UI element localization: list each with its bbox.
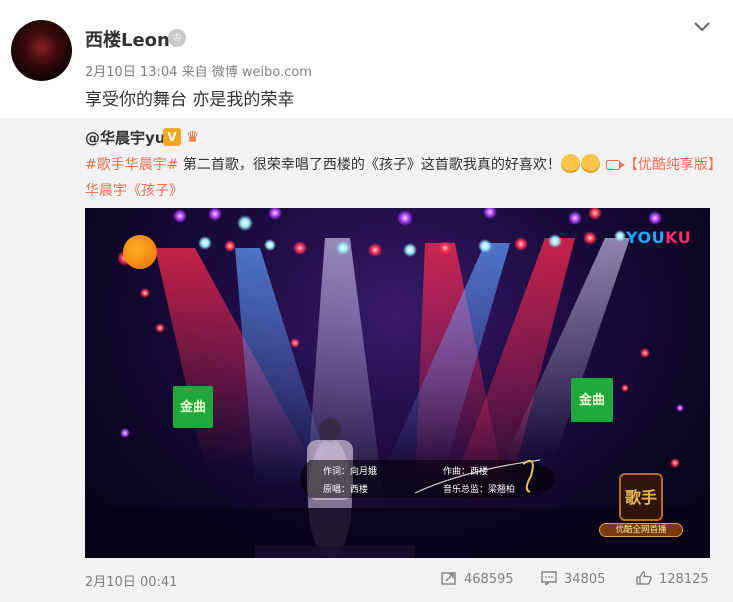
like-action[interactable]: 128125	[636, 571, 709, 587]
show-banner: 优酷全网首播	[599, 523, 683, 537]
comment-action[interactable]: 34805	[541, 571, 605, 587]
share-icon	[441, 572, 456, 585]
video-credits: 作词：向月娥 作曲：西楼 原唱：西楼 音乐总监：梁翘柏	[315, 458, 565, 498]
original-author[interactable]: @华晨宇yu	[85, 127, 165, 148]
youku-watermark-suffix: KU	[665, 228, 692, 247]
original-text: #歌手华晨宇# 第二首歌，很荣幸唱了西楼的《孩子》这首歌我真的好喜欢！ 【优酷纯享…	[85, 152, 715, 204]
emoji-icon	[560, 154, 580, 173]
like-count: 128125	[659, 572, 709, 587]
show-logo: 歌手	[619, 473, 663, 521]
vip-icon[interactable]: ♔	[168, 29, 186, 47]
video-player[interactable]: 金曲 金曲 YOUKU 作词：向月娥 作曲：西楼 原唱：西楼 音乐总监：梁翘柏 …	[85, 208, 710, 558]
svg-text:金曲: 金曲	[578, 392, 605, 408]
username[interactable]: 西楼Leon	[85, 26, 170, 52]
credit-music-director: 音乐总监：梁翘柏	[443, 485, 516, 495]
credit-original-singer: 原唱：西楼	[323, 485, 369, 495]
credit-composer: 作曲：西楼	[443, 467, 489, 477]
repost-footer: 2月10日 00:41 468595 34805 128125	[0, 568, 733, 602]
youku-watermark-text: YOU	[626, 228, 666, 247]
hashtag-link[interactable]: #歌手华晨宇#	[85, 157, 178, 173]
original-text-body: 第二首歌，很荣幸唱了西楼的《孩子》这首歌我真的好喜欢！	[178, 157, 561, 173]
post-meta: 2月10日 13:04 来自 微博 weibo.com	[85, 61, 312, 80]
repost-action[interactable]: 468595	[441, 571, 514, 587]
post-time[interactable]: 2月10日 13:04	[85, 65, 177, 80]
avatar-face	[28, 34, 56, 64]
post-text: 享受你的舞台 亦是我的荣幸	[85, 90, 295, 110]
comment-icon	[541, 571, 557, 585]
chevron-down-icon[interactable]	[692, 19, 712, 35]
repost-date[interactable]: 2月10日 00:41	[85, 571, 177, 590]
repost-count: 468595	[464, 572, 514, 587]
show-badge: 歌手 优酷全网首播	[599, 473, 683, 537]
thumbs-up-icon	[636, 571, 652, 585]
comment-count: 34805	[564, 572, 606, 587]
mango-tv-logo	[123, 235, 157, 269]
emoji-icon	[580, 154, 600, 173]
youku-watermark: YOUKU	[626, 228, 691, 247]
video-icon	[605, 160, 625, 170]
credit-lyricist: 作词：向月娥	[323, 467, 378, 477]
verified-icon[interactable]: V	[163, 128, 181, 146]
post-header: 西楼Leon ♔ 2月10日 13:04 来自 微博 weibo.com 享受你…	[0, 0, 733, 118]
post-source[interactable]: 来自 微博 weibo.com	[182, 65, 312, 80]
repost-card: @华晨宇yu V ♛ #歌手华晨宇# 第二首歌，很荣幸唱了西楼的《孩子》这首歌我…	[0, 118, 733, 602]
crown-icon[interactable]: ♛	[186, 127, 208, 147]
avatar[interactable]	[11, 20, 72, 81]
svg-text:金曲: 金曲	[179, 399, 206, 415]
